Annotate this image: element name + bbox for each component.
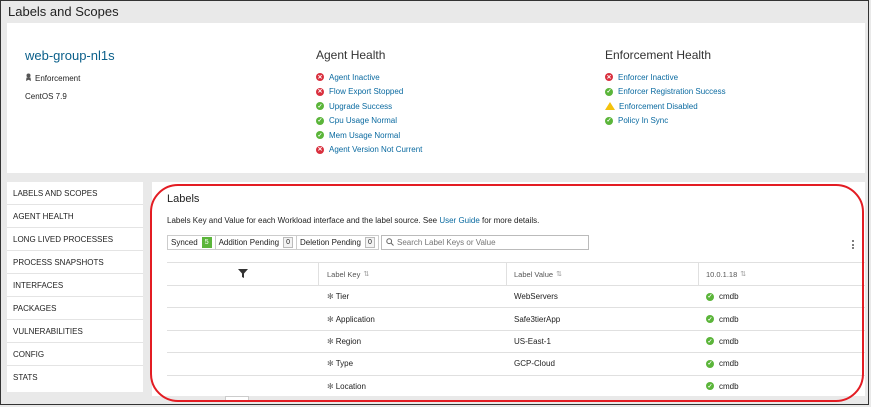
labels-table: Label Key ⇅ Label Value ⇅ 10.0.1.18 ⇅ ✻ Tier… xyxy=(167,262,865,397)
labels-title: Labels xyxy=(167,193,200,205)
sidebar-item-process-snapshots[interactable]: PROCESS SNAPSHOTS xyxy=(7,251,143,274)
check-circle-icon: ✓ xyxy=(316,131,324,140)
agent-health-item[interactable]: ✕ Agent Inactive xyxy=(316,70,422,85)
sidebar-item-stats[interactable]: STATS xyxy=(7,366,143,389)
check-circle-icon: ✓ xyxy=(316,116,324,125)
check-circle-icon: ✓ xyxy=(706,337,714,346)
label-key-header[interactable]: Label Key ⇅ xyxy=(319,263,507,285)
sidebar-item-config[interactable]: CONFIG xyxy=(7,343,143,366)
horizontal-scrollbar[interactable] xyxy=(225,396,249,401)
x-circle-icon: ✕ xyxy=(316,87,324,96)
agent-health-item[interactable]: ✓ Upgrade Success xyxy=(316,99,422,114)
check-circle-icon: ✓ xyxy=(706,315,714,324)
asterisk-icon: ✻ xyxy=(327,314,334,324)
table-row[interactable]: ✻ Location ✓ cmdb xyxy=(167,376,865,397)
search-icon xyxy=(386,237,394,248)
x-circle-icon: ✕ xyxy=(316,73,324,82)
agent-health-title: Agent Health xyxy=(316,48,386,62)
agent-health-list: ✕ Agent Inactive ✕ Flow Export Stopped ✓ Up… xyxy=(316,70,422,157)
check-circle-icon: ✓ xyxy=(605,87,613,96)
agent-health-item[interactable]: ✕ Agent Version Not Current xyxy=(316,143,422,158)
sidebar-item-agent-health[interactable]: AGENT HEALTH xyxy=(7,205,143,228)
sort-arrows-icon: ⇅ xyxy=(740,271,747,278)
check-circle-icon: ✓ xyxy=(316,102,324,111)
sidebar-item-long-lived-processes[interactable]: LONG LIVED PROCESSES xyxy=(7,228,143,251)
deletion-pending-filter[interactable]: Deletion Pending 0 xyxy=(296,235,379,250)
sidebar-item-packages[interactable]: PACKAGES xyxy=(7,297,143,320)
sidebar-item-labels-and-scopes[interactable]: LABELS AND SCOPES xyxy=(7,182,143,205)
enforcement-health-item[interactable]: Enforcement Disabled xyxy=(605,99,726,114)
addition-pending-filter[interactable]: Addition Pending 0 xyxy=(214,235,297,250)
table-header-row: Label Key ⇅ Label Value ⇅ 10.0.1.18 ⇅ xyxy=(167,262,865,286)
enforcement-health-title: Enforcement Health xyxy=(605,48,712,62)
sidebar-nav: LABELS AND SCOPES AGENT HEALTH LONG LIVE… xyxy=(7,182,143,392)
synced-count: 5 xyxy=(201,237,212,248)
sort-arrows-icon: ⇅ xyxy=(363,271,370,278)
label-search-input[interactable] xyxy=(397,238,577,247)
host-role: Enforcement xyxy=(25,73,80,83)
funnel-icon[interactable] xyxy=(237,268,248,280)
table-row[interactable]: ✻ Application Safe3tierApp ✓ cmdb xyxy=(167,308,865,331)
x-circle-icon: ✕ xyxy=(316,145,324,154)
check-circle-icon: ✓ xyxy=(605,116,613,125)
deletion-count: 0 xyxy=(364,237,375,248)
page-title: Labels and Scopes xyxy=(8,4,119,19)
label-value-header[interactable]: Label Value ⇅ xyxy=(507,263,699,285)
synced-filter[interactable]: Synced 5 xyxy=(167,235,216,250)
labels-panel: Labels Labels Key and Value for each Wor… xyxy=(152,182,865,396)
sidebar-item-vulnerabilities[interactable]: VULNERABILITIES xyxy=(7,320,143,343)
ip-column-header[interactable]: 10.0.1.18 ⇅ xyxy=(699,263,865,285)
sidebar-item-interfaces[interactable]: INTERFACES xyxy=(7,274,143,297)
asterisk-icon: ✻ xyxy=(327,336,334,346)
sync-filters: Synced 5 Addition Pending 0 Deletion Pendi… xyxy=(167,235,379,250)
table-row[interactable]: ✻ Type GCP-Cloud ✓ cmdb xyxy=(167,353,865,376)
enforcement-health-item[interactable]: ✓ Policy In Sync xyxy=(605,114,726,129)
table-row[interactable]: ✻ Region US-East-1 ✓ cmdb xyxy=(167,331,865,354)
check-circle-icon: ✓ xyxy=(706,359,714,368)
enforcement-health-item[interactable]: ✓ Enforcer Registration Success xyxy=(605,85,726,100)
table-row[interactable]: ✻ Tier WebServers ✓ cmdb xyxy=(167,286,865,309)
label-search-box xyxy=(381,235,589,250)
badge-icon xyxy=(25,73,32,83)
labels-description: Labels Key and Value for each Workload i… xyxy=(167,216,540,225)
host-name: web-group-nl1s xyxy=(25,48,115,63)
asterisk-icon: ✻ xyxy=(327,292,334,302)
host-summary-panel: web-group-nl1s Enforcement CentOS 7.9 Ag… xyxy=(7,23,865,173)
filter-column-header xyxy=(167,263,319,285)
host-os: CentOS 7.9 xyxy=(25,92,67,101)
agent-health-item[interactable]: ✕ Flow Export Stopped xyxy=(316,85,422,100)
sort-arrows-icon: ⇅ xyxy=(556,271,562,278)
warning-triangle-icon xyxy=(605,102,615,111)
kebab-menu-icon[interactable] xyxy=(852,240,855,251)
asterisk-icon: ✻ xyxy=(327,359,334,369)
agent-health-item[interactable]: ✓ Cpu Usage Normal xyxy=(316,114,422,129)
check-circle-icon: ✓ xyxy=(706,292,714,301)
enforcement-health-item[interactable]: ✕ Enforcer Inactive xyxy=(605,70,726,85)
host-role-label: Enforcement xyxy=(35,73,81,83)
x-circle-icon: ✕ xyxy=(605,73,613,82)
user-guide-link[interactable]: User Guide xyxy=(439,216,479,225)
agent-health-item[interactable]: ✓ Mem Usage Normal xyxy=(316,128,422,143)
enforcement-health-list: ✕ Enforcer Inactive ✓ Enforcer Registratio… xyxy=(605,70,726,128)
asterisk-icon: ✻ xyxy=(327,381,334,391)
addition-count: 0 xyxy=(283,237,293,248)
check-circle-icon: ✓ xyxy=(706,382,714,391)
